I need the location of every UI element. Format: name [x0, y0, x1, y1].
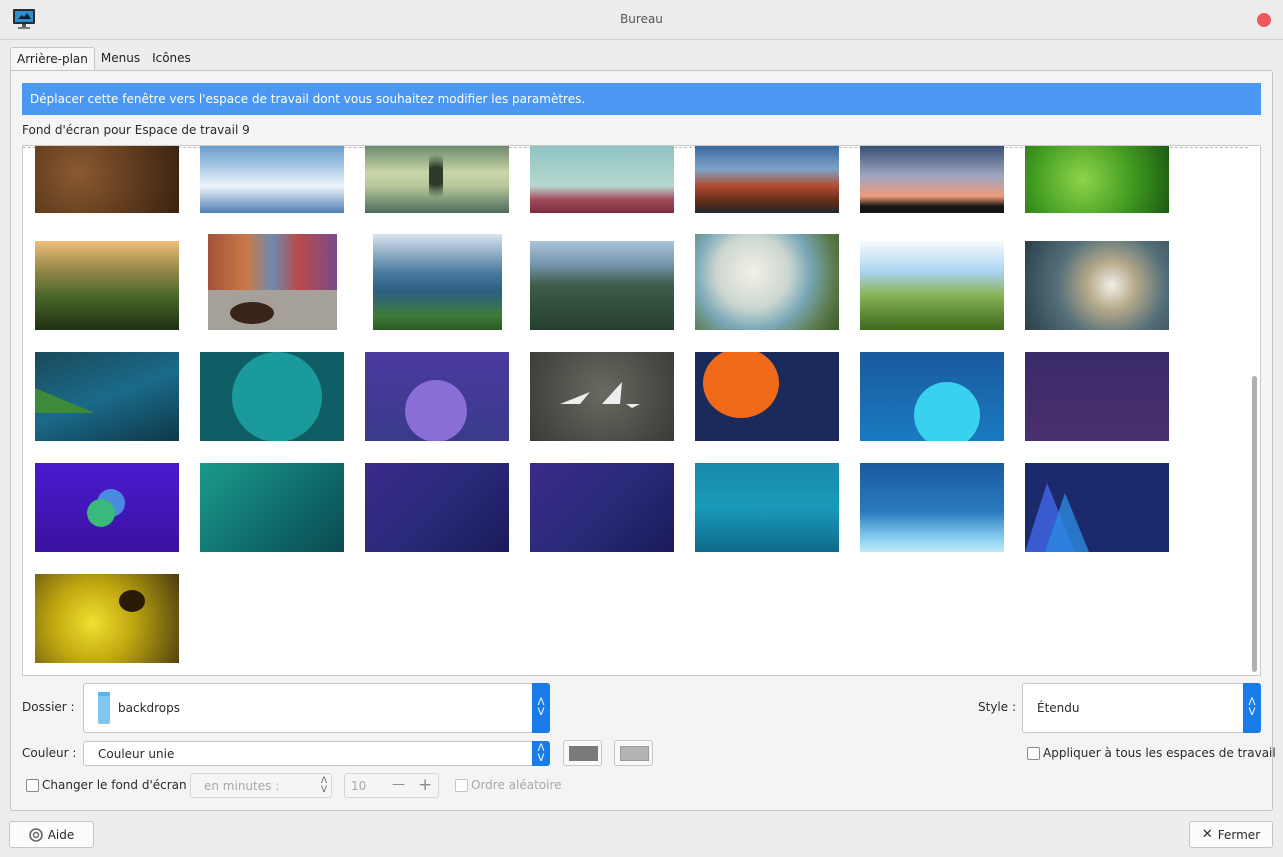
- wallpaper-thumb[interactable]: [208, 234, 337, 330]
- wallpaper-thumb[interactable]: [1025, 146, 1169, 213]
- wallpaper-thumb[interactable]: [200, 146, 344, 213]
- wallpaper-thumb[interactable]: [695, 352, 839, 441]
- plus-icon[interactable]: +: [418, 775, 432, 795]
- wallpaper-thumb[interactable]: [530, 463, 674, 552]
- wallpaper-thumb[interactable]: [695, 234, 839, 330]
- minus-icon[interactable]: —: [392, 777, 405, 792]
- wallpaper-thumb[interactable]: [530, 146, 674, 213]
- wallpaper-thumb[interactable]: [365, 146, 509, 213]
- folder-combobox[interactable]: backdrops ᐱᐯ: [83, 683, 550, 733]
- change-background-checkbox[interactable]: [26, 779, 39, 792]
- wallpaper-thumb[interactable]: [200, 352, 344, 441]
- wallpaper-thumb[interactable]: [35, 352, 179, 441]
- wallpaper-thumb[interactable]: [365, 463, 509, 552]
- style-combobox[interactable]: Étendu ᐱᐯ: [1022, 683, 1261, 733]
- help-label: Aide: [47, 827, 75, 842]
- wallpaper-thumb[interactable]: [860, 352, 1004, 441]
- wallpaper-thumb[interactable]: [35, 146, 179, 213]
- interval-placeholder: en minutes :: [204, 779, 280, 793]
- folder-icon: [98, 692, 110, 724]
- wallpaper-thumb[interactable]: [860, 241, 1004, 330]
- wallpaper-thumb[interactable]: [530, 352, 674, 441]
- wallpaper-thumb[interactable]: [860, 463, 1004, 552]
- color-value: Couleur unie: [98, 747, 175, 761]
- scrollbar-thumb[interactable]: [1252, 376, 1257, 672]
- wallpaper-thumb[interactable]: [695, 146, 839, 213]
- tab-bar: Arrière-plan Menus Icônes: [10, 47, 197, 71]
- style-value: Étendu: [1037, 701, 1080, 715]
- gallery-label: Fond d'écran pour Espace de travail 9: [22, 123, 250, 137]
- apply-all-checkbox[interactable]: [1027, 747, 1040, 760]
- primary-color-button[interactable]: [563, 740, 602, 766]
- chevron-down-icon: ᐯ: [537, 707, 545, 718]
- help-icon: [28, 827, 43, 842]
- style-spin-button[interactable]: ᐱᐯ: [1243, 683, 1261, 733]
- primary-color-swatch: [569, 746, 598, 761]
- close-label: Fermer: [1217, 827, 1261, 842]
- secondary-color-button[interactable]: [614, 740, 653, 766]
- help-button[interactable]: Aide: [9, 821, 94, 848]
- change-background-label: Changer le fond d'écran: [42, 778, 187, 792]
- interval-value: 10: [351, 779, 367, 793]
- wallpaper-thumb[interactable]: [1025, 463, 1169, 552]
- wallpaper-gallery[interactable]: [22, 145, 1261, 676]
- folder-spin-button[interactable]: ᐱᐯ: [532, 683, 550, 733]
- wallpaper-thumb[interactable]: [530, 241, 674, 330]
- window-title: Bureau: [620, 12, 663, 26]
- close-button[interactable]: ✕ Fermer: [1189, 821, 1273, 848]
- interval-spinbox[interactable]: 10 — +: [344, 773, 439, 798]
- color-label: Couleur :: [22, 746, 77, 760]
- wallpaper-thumb[interactable]: [1025, 241, 1169, 330]
- tab-arriere-plan[interactable]: Arrière-plan: [10, 47, 95, 71]
- chevron-up-icon: ᐱ: [537, 742, 545, 754]
- chevron-down-icon: ᐯ: [537, 752, 545, 764]
- wallpaper-thumb[interactable]: [365, 352, 509, 441]
- wallpaper-thumb[interactable]: [373, 234, 502, 330]
- secondary-color-swatch: [620, 746, 649, 761]
- wallpaper-thumb[interactable]: [860, 146, 1004, 213]
- tab-menus[interactable]: Menus: [95, 47, 146, 71]
- random-order-label: Ordre aléatoire: [471, 778, 562, 792]
- close-icon: ✕: [1201, 827, 1213, 842]
- close-window-button[interactable]: [1257, 13, 1271, 27]
- title-bar: Bureau: [0, 0, 1283, 40]
- color-combobox[interactable]: Couleur unie ᐱᐯ: [83, 741, 550, 766]
- wallpaper-thumb[interactable]: [200, 463, 344, 552]
- folder-value: backdrops: [118, 701, 181, 715]
- interval-combobox[interactable]: en minutes : ᐱᐯ: [190, 773, 332, 798]
- gallery-scrollbar[interactable]: [1249, 146, 1259, 675]
- random-order-checkbox[interactable]: [455, 779, 468, 792]
- wallpaper-thumb[interactable]: [1025, 352, 1169, 441]
- wallpaper-thumb[interactable]: [35, 241, 179, 330]
- style-label: Style :: [978, 700, 1016, 714]
- info-bar: Déplacer cette fenêtre vers l'espace de …: [22, 83, 1261, 115]
- tab-icones[interactable]: Icônes: [146, 47, 197, 71]
- wallpaper-thumb[interactable]: [35, 574, 179, 663]
- chevron-updown-icon: ᐱᐯ: [320, 776, 327, 795]
- color-spin-button[interactable]: ᐱᐯ: [532, 741, 550, 766]
- wallpaper-thumb[interactable]: [695, 463, 839, 552]
- chevron-down-icon: ᐯ: [1248, 707, 1256, 718]
- folder-label: Dossier :: [22, 700, 75, 714]
- apply-all-label: Appliquer à tous les espaces de travail: [1043, 746, 1276, 760]
- wallpaper-thumb[interactable]: [35, 463, 179, 552]
